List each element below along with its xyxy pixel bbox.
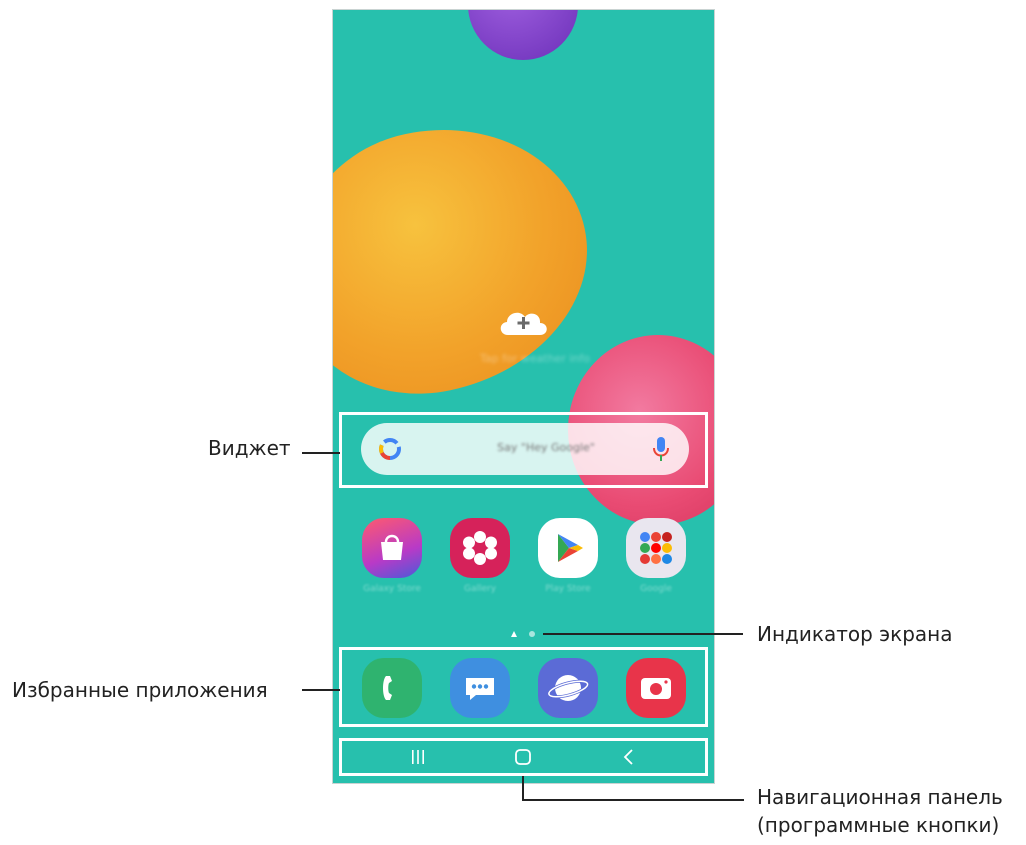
microphone-icon[interactable] [653, 436, 669, 462]
app-galaxy-store[interactable] [362, 518, 422, 578]
app-label: Galaxy Store [363, 584, 421, 594]
wallpaper-orange-sphere [333, 101, 612, 419]
messages-icon [466, 678, 494, 700]
phone-icon [383, 676, 392, 700]
callout-line-widget [302, 452, 340, 454]
callout-line-nav-horizontal [522, 799, 744, 801]
app-label: Google [640, 584, 672, 594]
back-button[interactable] [617, 747, 641, 767]
app-messages[interactable] [450, 658, 510, 718]
recent-apps-button[interactable] [406, 747, 430, 767]
app-label: Play Store [545, 584, 591, 594]
home-icon [515, 749, 531, 765]
phone-home-screen: Tap for weather info Say "Hey Google" Ga… [333, 10, 714, 783]
callout-nav-bar-line1: Навигационная панель [757, 785, 1003, 809]
callout-line-nav-vertical [522, 776, 524, 800]
page-indicator [509, 629, 539, 639]
google-folder-icon [640, 532, 672, 564]
home-page-dot [511, 631, 517, 637]
google-g-icon [379, 438, 401, 460]
app-internet[interactable] [538, 658, 598, 718]
wallpaper-purple-sphere [468, 10, 578, 60]
callout-line-favorites [302, 689, 340, 691]
callout-screen-indicator: Индикатор экрана [757, 622, 953, 646]
home-button[interactable] [511, 747, 535, 767]
callout-widget: Виджет [208, 436, 291, 460]
callout-line-indicator [543, 633, 743, 635]
camera-icon [641, 678, 671, 699]
callout-nav-bar-line2: (программные кнопки) [757, 813, 1000, 837]
app-camera[interactable] [626, 658, 686, 718]
galaxy-store-icon [381, 534, 403, 560]
weather-caption: Tap for weather info [480, 352, 590, 365]
google-search-widget[interactable]: Say "Hey Google" [361, 423, 689, 475]
app-play-store[interactable] [538, 518, 598, 578]
app-gallery[interactable] [450, 518, 510, 578]
gallery-icon [463, 531, 497, 565]
back-chevron-icon [623, 749, 633, 765]
page-dot [529, 631, 535, 637]
internet-icon [547, 675, 590, 701]
recent-apps-icon [412, 750, 424, 764]
search-hint: Say "Hey Google" [497, 441, 595, 454]
app-phone[interactable] [362, 658, 422, 718]
app-label: Gallery [463, 584, 497, 594]
play-store-icon [558, 534, 583, 562]
weather-cloud-icon[interactable] [496, 305, 552, 339]
callout-favorite-apps: Избранные приложения [12, 678, 268, 702]
app-google-folder[interactable] [626, 518, 686, 578]
